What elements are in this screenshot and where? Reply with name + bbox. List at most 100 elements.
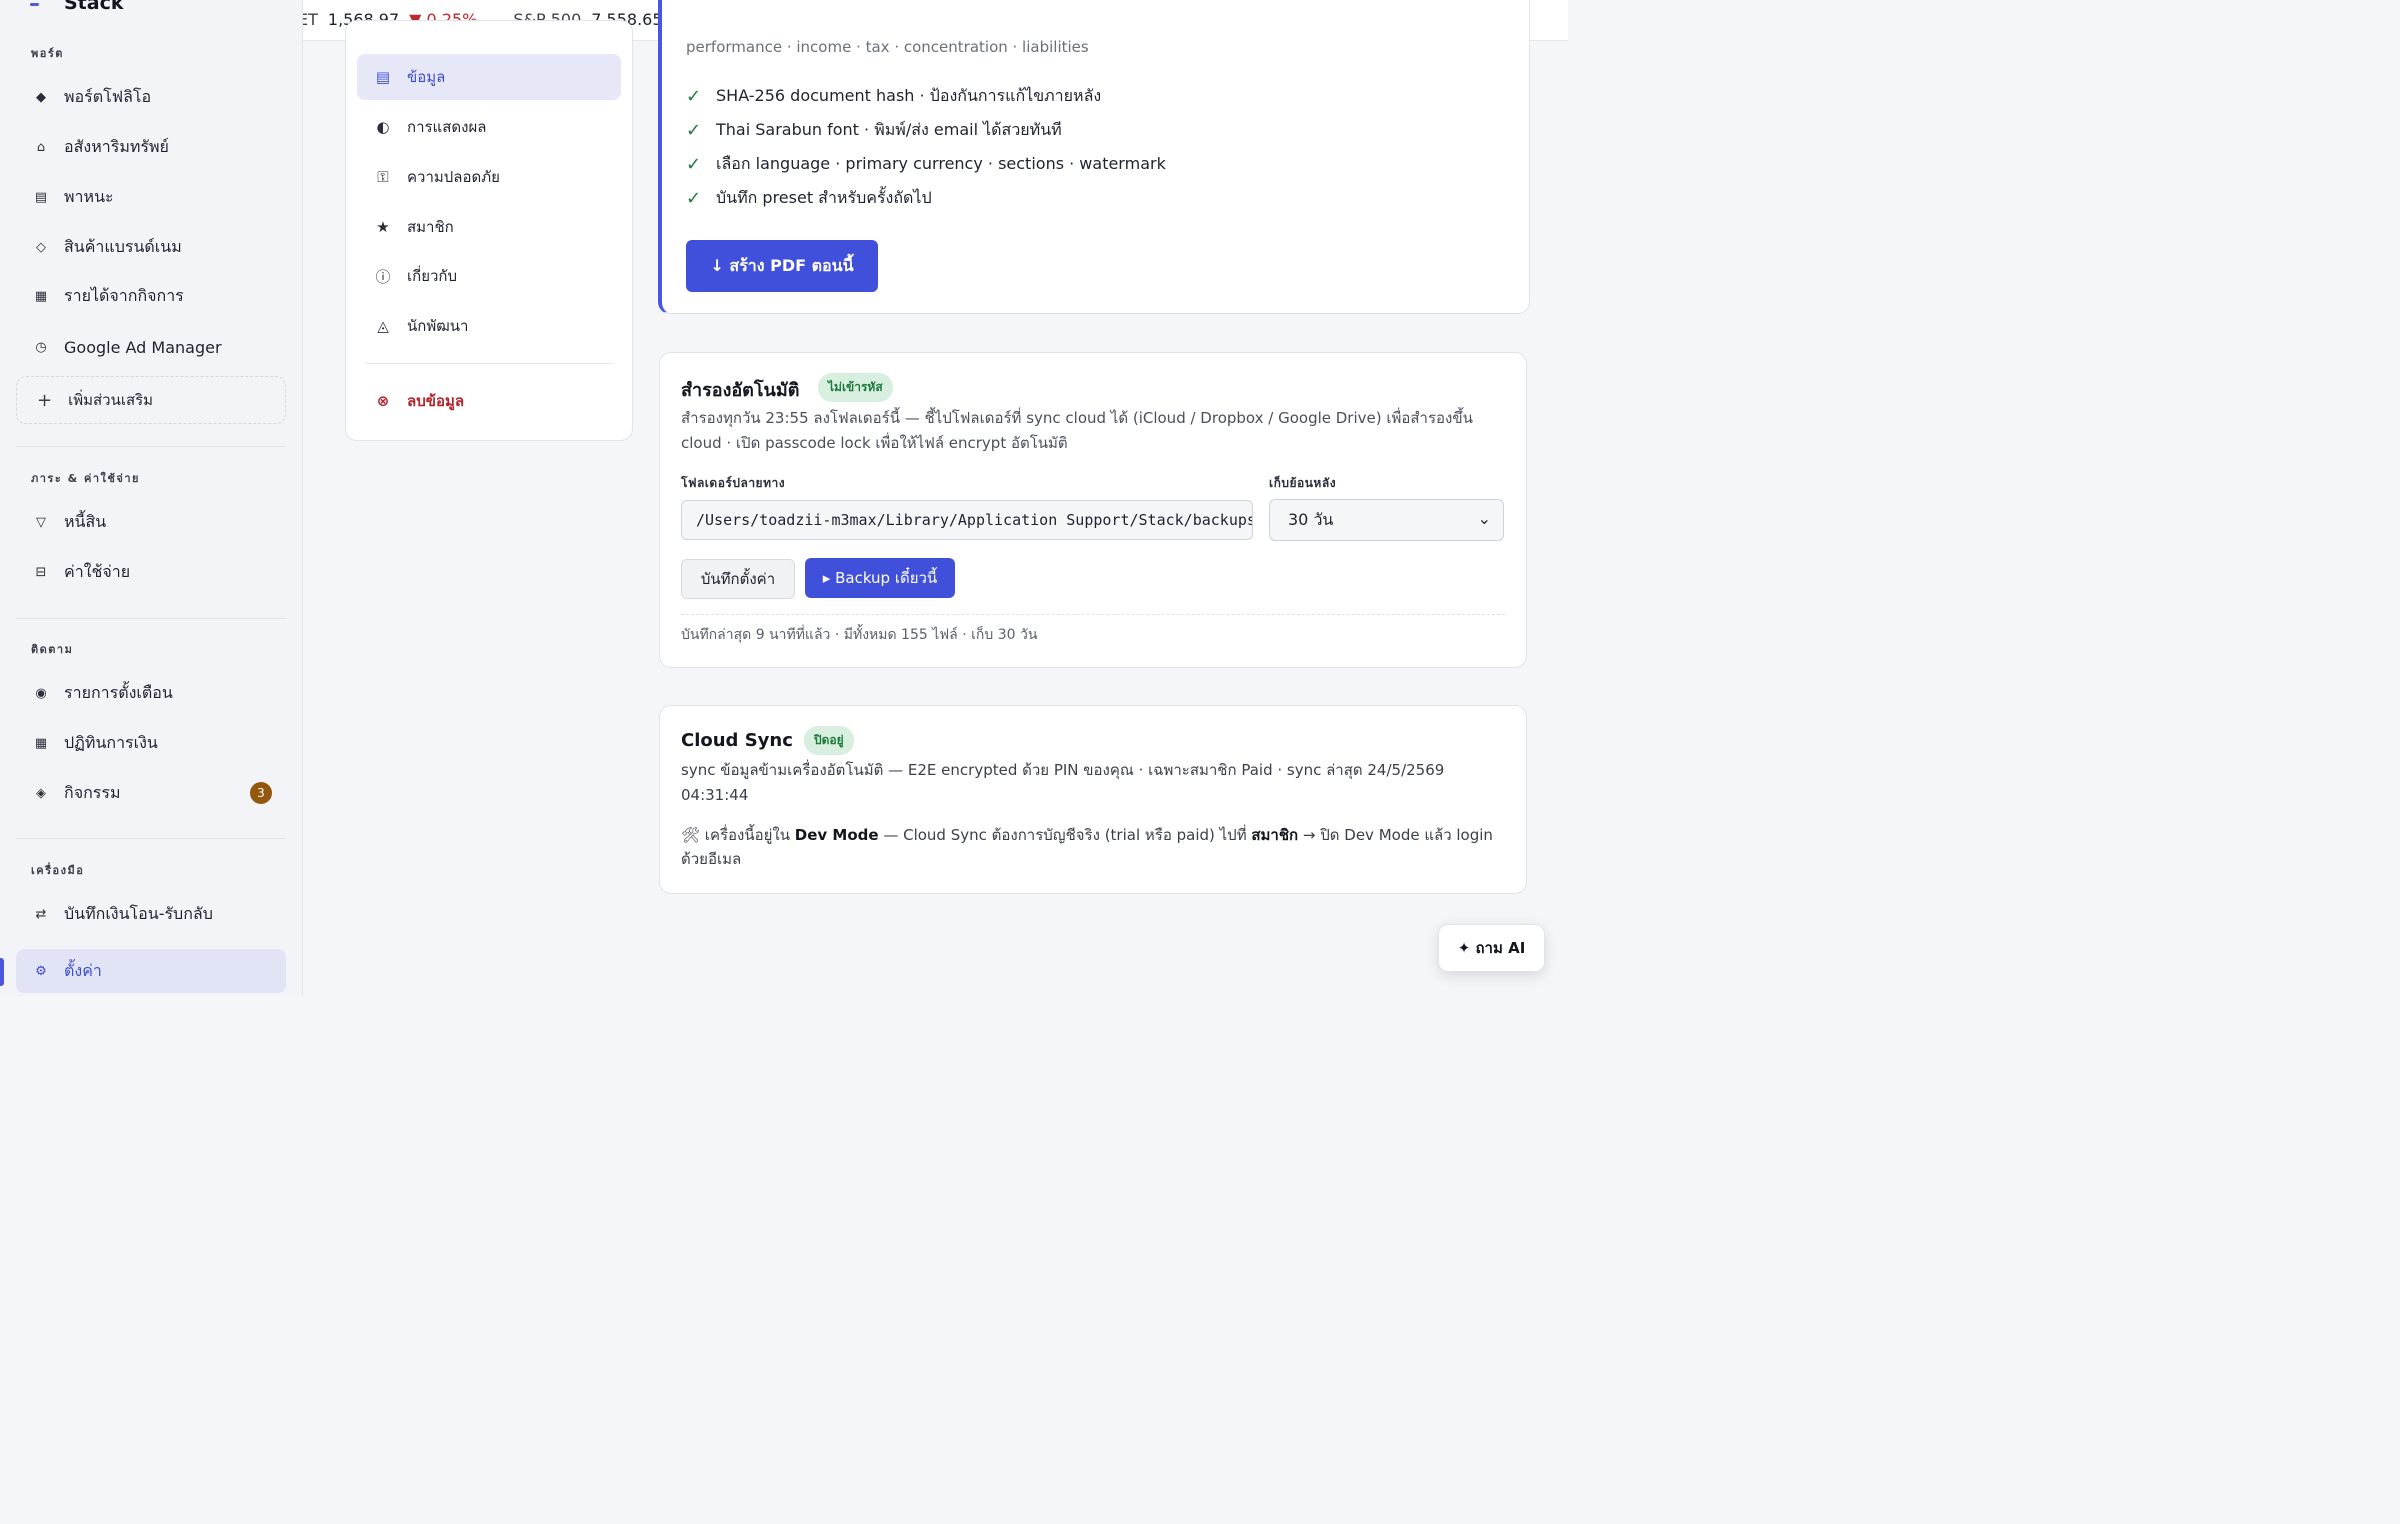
active-indicator [0, 958, 4, 986]
settings-tab-developer[interactable]: ◬ นักพัฒนา [357, 303, 621, 349]
sidebar-item-calendar[interactable]: ▦ ปฏิทินการเงิน [16, 721, 286, 765]
save-settings-button[interactable]: บันทึกตั้งค่า [681, 559, 795, 599]
cloud-sync-card: Cloud Sync ปิดอยู่ sync ข้อมูลข้ามเครื่อ… [659, 705, 1527, 894]
sidebar-item-transfers[interactable]: ⇄ บันทึกเงินโอน-รับกลับ [16, 892, 286, 936]
sidebar-item-label: Google Ad Manager [64, 337, 222, 357]
warning-triangle-icon: ◬ [377, 317, 389, 335]
diamond-icon: ◆ [36, 89, 46, 105]
sidebar-item-label: ปฏิทินการเงิน [64, 732, 158, 752]
settings-tab-label: เกี่ยวกับ [407, 267, 458, 285]
sidebar-item-activity[interactable]: ◈ กิจกรรม 3 [16, 771, 286, 815]
settings-tab-label: ข้อมูล [407, 68, 446, 86]
feature-item: ✓ Thai Sarabun font · พิมพ์/ส่ง email ได… [686, 118, 1062, 143]
chevron-down-icon: ⌄ [1477, 509, 1491, 528]
retention-label: เก็บย้อนหลัง [1269, 476, 1337, 490]
feature-item: ✓ SHA-256 document hash · ป้องกันการแก้ไ… [686, 84, 1101, 109]
feature-item: ✓ บันทึก preset สำหรับครั้งถัดไป [686, 186, 932, 211]
gem-icon: ◇ [36, 239, 46, 255]
settings-tab-label: ลบข้อมูล [407, 392, 465, 410]
feature-text: Thai Sarabun font · พิมพ์/ส่ง email ได้ส… [716, 120, 1062, 139]
backup-status-text: บันทึกล่าสุด 9 นาทีที่แล้ว · มีทั้งหมด 1… [681, 627, 1038, 643]
settings-tab-label: การแสดงผล [407, 118, 487, 136]
pdf-sections-line: performance · income · tax · concentrati… [686, 38, 1089, 56]
sidebar-item-label: พาหนะ [64, 186, 114, 206]
ask-ai-button[interactable]: ✦ ถาม AI [1438, 924, 1545, 972]
settings-tab-display[interactable]: ◐ การแสดงผล [357, 104, 621, 150]
sidebar-item-google-ad-manager[interactable]: ◷ Google Ad Manager [16, 325, 286, 369]
sidebar-item-settings[interactable]: ⚙ ตั้งค่า [16, 949, 286, 993]
plus-icon: + [37, 389, 53, 411]
sidebar-divider [16, 838, 286, 839]
info-icon: ⓘ [375, 267, 391, 286]
sidebar: Stack พอร์ต ◆ พอร์ตโฟลิโอ ⌂ อสังหาริมทรั… [0, 0, 303, 996]
sidebar-item-portfolio[interactable]: ◆ พอร์ตโฟลิโอ [16, 75, 286, 119]
check-icon: ✓ [686, 188, 702, 209]
check-icon: ✓ [686, 154, 702, 175]
data-list-icon: ▤ [375, 68, 391, 86]
activity-diamond-icon: ◈ [36, 785, 46, 801]
auto-backup-card: สำรองอัตโนมัติ ไม่เข้ารหัส สำรองทุกวัน 2… [659, 352, 1527, 668]
radio-dot-icon: ◉ [35, 685, 47, 701]
dashed-divider [681, 614, 1505, 615]
stack-logo-icon [30, 0, 46, 11]
retention-select[interactable]: 30 วัน ⌄ [1269, 499, 1504, 541]
sidebar-item-label: ค่าใช้จ่าย [64, 561, 131, 581]
sidebar-divider [16, 446, 286, 447]
sidebar-item-label: อสังหาริมทรัพย์ [64, 136, 169, 156]
calendar-grid-icon: ▦ [34, 735, 48, 751]
sidebar-item-brandname[interactable]: ◇ สินค้าแบรนด์เนม [16, 225, 286, 269]
sidebar-item-label: สินค้าแบรนด์เนม [64, 236, 182, 256]
sidebar-item-label: รายได้จากกิจการ [64, 285, 184, 305]
feature-text: บันทึก preset สำหรับครั้งถัดไป [716, 188, 932, 207]
dev-mode-label: Dev Mode [794, 826, 879, 844]
settings-tab-security[interactable]: ⚿ ความปลอดภัย [357, 154, 621, 200]
sidebar-item-label: กิจกรรม [64, 782, 121, 802]
add-addon-button[interactable]: + เพิ่มส่วนเสริม [16, 376, 286, 424]
activity-count-badge: 3 [250, 782, 272, 804]
settings-tab-label: สมาชิก [407, 218, 454, 236]
feature-text: เลือก language · primary currency · sect… [716, 154, 1166, 173]
settings-nav: ▤ ข้อมูล ◐ การแสดงผล ⚿ ความปลอดภัย ★ สมา… [345, 20, 633, 441]
key-icon: ⚿ [377, 168, 389, 186]
backup-now-button[interactable]: ▸ Backup เดี๋ยวนี้ [805, 558, 955, 598]
dev-mode-note: 🛠 เครื่องนี้อยู่ใน Dev Mode — Cloud Sync… [681, 823, 1501, 871]
settings-tab-data[interactable]: ▤ ข้อมูล [357, 54, 621, 100]
generate-pdf-button[interactable]: ↓ สร้าง PDF ตอนนี้ [686, 240, 878, 292]
sidebar-divider [16, 618, 286, 619]
delete-circle-icon: ⊗ [376, 392, 390, 410]
grid-icon: ▦ [34, 288, 48, 304]
sidebar-item-liabilities[interactable]: ▽ หนี้สิน [16, 500, 286, 544]
backup-description: สำรองทุกวัน 23:55 ลงโฟลเดอร์นี้ — ชี้ไปโ… [681, 409, 1473, 452]
sidebar-item-vehicles[interactable]: ▤ พาหนะ [16, 175, 286, 219]
add-addon-label: เพิ่มส่วนเสริม [68, 391, 154, 409]
sidebar-item-real-estate[interactable]: ⌂ อสังหาริมทรัพย์ [16, 125, 286, 169]
settings-tab-membership[interactable]: ★ สมาชิก [357, 204, 621, 250]
sidebar-item-label: พอร์ตโฟลิโอ [64, 86, 152, 106]
sidebar-item-business-income[interactable]: ▦ รายได้จากกิจการ [16, 274, 286, 318]
settings-tab-delete-data[interactable]: ⊗ ลบข้อมูล [357, 378, 621, 424]
clock-icon: ◷ [35, 339, 47, 355]
brand[interactable]: Stack [30, 0, 124, 14]
sidebar-item-alerts[interactable]: ◉ รายการตั้งเตือน [16, 671, 286, 715]
sidebar-item-expenses[interactable]: ⊟ ค่าใช้จ่าย [16, 550, 286, 594]
settings-tab-label: นักพัฒนา [407, 317, 469, 335]
sidebar-item-label: ตั้งค่า [64, 960, 102, 980]
note-middle: — Cloud Sync ต้องการบัญชีจริง (trial หรื… [883, 826, 1247, 844]
sidebar-item-label: รายการตั้งเตือน [64, 682, 173, 702]
folder-label: โฟลเดอร์ปลายทาง [681, 476, 786, 490]
sidebar-item-label: หนี้สิน [64, 511, 107, 531]
triangle-down-icon: ▽ [36, 514, 46, 530]
membership-link[interactable]: สมาชิก [1251, 826, 1298, 844]
check-icon: ✓ [686, 86, 702, 107]
feature-item: ✓ เลือก language · primary currency · se… [686, 152, 1166, 177]
contrast-icon: ◐ [376, 118, 390, 136]
sidebar-item-label: บันทึกเงินโอน-รับกลับ [64, 903, 213, 923]
settings-nav-divider [365, 363, 613, 364]
star-icon: ★ [376, 218, 390, 236]
backup-folder-input[interactable]: /Users/toadzii-m3max/Library/Application… [681, 500, 1253, 540]
settings-tab-about[interactable]: ⓘ เกี่ยวกับ [357, 253, 621, 299]
check-icon: ✓ [686, 120, 702, 141]
cloud-sync-title: Cloud Sync [681, 730, 793, 751]
transfer-arrows-icon: ⇄ [35, 906, 47, 922]
section-title-portfolio: พอร์ต [31, 47, 64, 60]
